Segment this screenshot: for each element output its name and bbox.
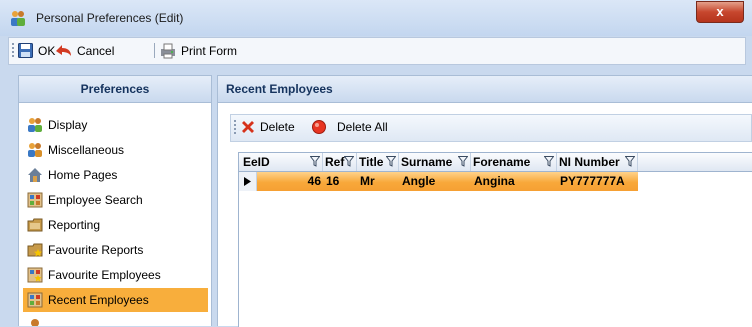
sidebar-item-label: Home Pages (48, 168, 118, 182)
sidebar-item-home-pages[interactable]: Home Pages (23, 163, 209, 187)
print-icon (161, 43, 175, 59)
close-button[interactable]: x (696, 1, 744, 23)
sidebar-item-label: Employee Search (48, 193, 143, 207)
favourite-reports-icon (27, 243, 43, 257)
column-header-title[interactable]: Title (357, 153, 399, 171)
cell-title[interactable]: Mr (360, 172, 375, 191)
save-icon (18, 43, 33, 58)
window-title: Personal Preferences (Edit) (36, 11, 184, 25)
cancel-button[interactable]: Cancel (56, 42, 146, 60)
home-pages-icon (28, 168, 42, 182)
filter-icon[interactable] (344, 156, 354, 167)
sidebar-item-partial[interactable] (23, 314, 209, 326)
filter-icon[interactable] (544, 156, 554, 167)
filter-icon[interactable] (310, 156, 320, 167)
ok-label: OK (38, 44, 56, 58)
print-form-button[interactable]: Print Form (160, 42, 250, 60)
column-header-ref[interactable]: Ref (323, 153, 357, 171)
delete-all-button[interactable]: Delete All (312, 118, 402, 136)
toolbar-grip[interactable] (234, 120, 236, 136)
sidebar-item-label: Miscellaneous (48, 143, 125, 157)
panel-title: Recent Employees (218, 76, 752, 103)
print-form-label: Print Form (181, 44, 238, 58)
column-header-ni-number[interactable]: NI Number (557, 153, 638, 171)
column-header-surname[interactable]: Surname (399, 153, 471, 171)
delete-button[interactable]: Delete (241, 118, 303, 136)
cell-forename[interactable]: Angina (474, 172, 515, 191)
toolbar-separator (154, 43, 155, 58)
sidebar-item-label: Display (48, 118, 88, 132)
sidebar-item-label: Reporting (48, 218, 101, 232)
main-toolbar: OK Cancel Print Form (8, 37, 746, 65)
employee-search-icon (27, 192, 43, 208)
delete-label: Delete (260, 120, 295, 134)
grid-header-row: EeID Ref Title Surname Forename NI Numbe… (239, 153, 752, 172)
sidebar-item-label: Favourite Employees (48, 268, 161, 282)
cell-surname[interactable]: Angle (402, 172, 435, 191)
grid-toolbar: Delete Delete All (230, 114, 752, 142)
sidebar-item-label: Recent Employees (48, 293, 149, 307)
employees-grid: EeID Ref Title Surname Forename NI Numbe… (238, 152, 752, 327)
cell-eeid[interactable]: 46 (295, 172, 321, 191)
cancel-label: Cancel (77, 44, 115, 58)
filter-icon[interactable] (386, 156, 396, 167)
reporting-icon (27, 218, 43, 232)
current-row-arrow-icon (244, 177, 251, 186)
preferences-header: Preferences (19, 76, 211, 103)
sidebar-item-label: Favourite Reports (48, 243, 144, 257)
sidebar-item-employee-search[interactable]: Employee Search (23, 188, 209, 212)
undo-arrow-icon (56, 45, 71, 56)
sidebar-item-reporting[interactable]: Reporting (23, 213, 209, 237)
sidebar-item-recent-employees[interactable]: Recent Employees (23, 288, 208, 312)
preferences-panel: Preferences Display Miscellaneous Home P… (18, 75, 212, 326)
sidebar-item-display[interactable]: Display (23, 113, 209, 137)
toolbar-grip[interactable] (12, 43, 14, 59)
sidebar-item-favourite-employees[interactable]: Favourite Employees (23, 263, 209, 287)
display-people-icon (28, 118, 42, 132)
title-bar: Personal Preferences (Edit) x (0, 0, 752, 36)
filter-icon[interactable] (625, 156, 635, 167)
stop-circle-icon (312, 120, 326, 134)
favourite-employees-icon (27, 267, 43, 283)
column-header-forename[interactable]: Forename (471, 153, 557, 171)
row-selector[interactable] (239, 172, 257, 191)
close-icon: x (716, 4, 724, 19)
recent-employees-icon (27, 292, 43, 308)
filter-icon[interactable] (458, 156, 468, 167)
recent-employees-panel: Recent Employees Delete Delete All EeID … (217, 75, 752, 327)
people-icon (11, 11, 25, 26)
table-row[interactable]: 46 16 Mr Angle Angina PY777777A (239, 172, 752, 191)
column-header-eeid[interactable]: EeID (239, 153, 323, 171)
sidebar-item-miscellaneous[interactable]: Miscellaneous (23, 138, 209, 162)
delete-x-icon (242, 121, 254, 133)
sidebar-item-favourite-reports[interactable]: Favourite Reports (23, 238, 209, 262)
delete-all-label: Delete All (337, 120, 388, 134)
misc-people-icon (28, 143, 42, 157)
cell-ni-number[interactable]: PY777777A (560, 172, 625, 191)
cell-ref[interactable]: 16 (326, 172, 339, 191)
